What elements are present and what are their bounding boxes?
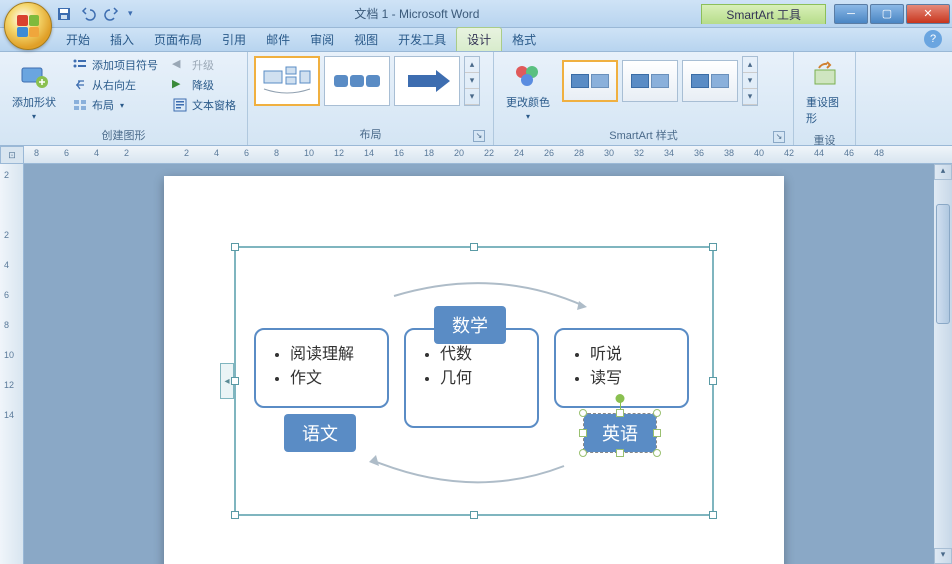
layout-small-icon (72, 97, 88, 113)
vertical-scrollbar[interactable]: ▴ ▾ (934, 164, 952, 564)
frame-handle-ne[interactable] (709, 243, 717, 251)
group-layout-label: 布局 (360, 129, 382, 141)
scroll-down-icon[interactable]: ▾ (934, 548, 952, 564)
frame-handle-n[interactable] (470, 243, 478, 251)
style-gallery-scroll[interactable]: ▴▾▾ (742, 56, 758, 106)
box1-item-1: 阅读理解 (290, 340, 373, 364)
change-colors-icon (512, 60, 544, 92)
ruler-corner[interactable]: ⊡ (0, 146, 24, 164)
box3-item-2: 读写 (590, 364, 673, 388)
smartart-frame[interactable]: ◂ 阅读理解 作文 (234, 246, 714, 516)
add-bullet-button[interactable]: 添加项目符号 (68, 56, 162, 74)
reset-graphic-button[interactable]: 重设图形 (800, 56, 849, 130)
reset-icon (809, 60, 841, 92)
tab-design[interactable]: 设计 (456, 27, 502, 51)
group-reset: 重设图形 重设 (794, 52, 856, 145)
promote-icon: ◀ (172, 57, 188, 73)
sel-handle-sw[interactable] (579, 449, 587, 457)
workspace: ⊡ 86422468101214161820222426283032343638… (0, 146, 952, 564)
scroll-thumb[interactable] (936, 204, 950, 324)
frame-handle-sw[interactable] (231, 511, 239, 519)
document-area[interactable]: ◂ 阅读理解 作文 (24, 164, 934, 564)
vertical-ruler[interactable]: 22468101214 (0, 164, 24, 564)
style-option-3[interactable] (682, 60, 738, 102)
sel-handle-nw[interactable] (579, 409, 587, 417)
layout-gallery-scroll[interactable]: ▴▾▾ (464, 56, 480, 106)
layout-option-3[interactable] (394, 56, 460, 106)
save-icon[interactable] (56, 6, 72, 22)
sel-handle-ne[interactable] (653, 409, 661, 417)
smartart-title-1[interactable]: 语文 (284, 414, 356, 452)
window-title: 文档 1 - Microsoft Word (133, 5, 702, 22)
help-icon[interactable]: ? (924, 30, 942, 48)
sel-handle-se[interactable] (653, 449, 661, 457)
group-style-label: SmartArt 样式 (609, 130, 677, 142)
close-button[interactable]: ✕ (906, 4, 950, 24)
smartart-title-3[interactable]: 英语 (584, 414, 656, 452)
ribbon-tabs: 开始 插入 页面布局 引用 邮件 审阅 视图 开发工具 设计 格式 ? (0, 28, 952, 52)
box1-item-2: 作文 (290, 364, 373, 388)
tab-developer[interactable]: 开发工具 (388, 28, 456, 51)
contextual-tab-label: SmartArt 工具 (701, 4, 826, 24)
tab-references[interactable]: 引用 (212, 28, 256, 51)
promote-button: ◀升级 (168, 56, 240, 74)
text-pane-button[interactable]: 文本窗格 (168, 96, 240, 114)
redo-icon[interactable] (104, 6, 120, 22)
style-option-1[interactable] (562, 60, 618, 102)
reset-label: 重设图形 (806, 94, 843, 126)
sel-handle-n[interactable] (616, 409, 624, 417)
group-create-label: 创建图形 (102, 130, 146, 142)
demote-button[interactable]: ▶降级 (168, 76, 240, 94)
horizontal-ruler[interactable]: 8642246810121416182022242628303234363840… (24, 146, 952, 164)
bullet-icon (72, 57, 88, 73)
add-shape-icon (18, 60, 50, 92)
maximize-button[interactable]: ▢ (870, 4, 904, 24)
style-option-2[interactable] (622, 60, 678, 102)
tab-insert[interactable]: 插入 (100, 28, 144, 51)
sel-handle-e[interactable] (653, 429, 661, 437)
tab-format[interactable]: 格式 (502, 28, 546, 51)
group-layouts: ▴▾▾ 布局 ↘ (248, 52, 494, 145)
office-button[interactable] (4, 2, 52, 50)
group-smartart-styles: 更改颜色 ▾ ▴▾▾ SmartArt 样式 ↘ (494, 52, 794, 145)
box3-item-1: 听说 (590, 340, 673, 364)
smartart-box-1[interactable]: 阅读理解 作文 (254, 328, 389, 408)
frame-handle-s[interactable] (470, 511, 478, 519)
undo-icon[interactable] (80, 6, 96, 22)
frame-handle-nw[interactable] (231, 243, 239, 251)
rtl-button[interactable]: 从右向左 (68, 76, 162, 94)
frame-handle-e[interactable] (709, 377, 717, 385)
tab-view[interactable]: 视图 (344, 28, 388, 51)
layout-dropdown-button[interactable]: 布局▾ (68, 96, 162, 114)
sel-handle-s[interactable] (616, 449, 624, 457)
box2-item-2: 几何 (440, 364, 523, 388)
demote-icon: ▶ (172, 77, 188, 93)
group-create-graphic: 添加形状 ▾ 添加项目符号 从右向左 布局▾ ◀升级 ▶降级 文本窗格 创建图形 (0, 52, 248, 145)
page: ◂ 阅读理解 作文 (164, 176, 784, 564)
sel-handle-w[interactable] (579, 429, 587, 437)
smartart-title-2[interactable]: 数学 (434, 306, 506, 344)
style-launcher-icon[interactable]: ↘ (773, 131, 785, 143)
text-pane-icon (172, 97, 188, 113)
frame-handle-w[interactable] (231, 377, 239, 385)
ribbon: 添加形状 ▾ 添加项目符号 从右向左 布局▾ ◀升级 ▶降级 文本窗格 创建图形… (0, 52, 952, 146)
tab-review[interactable]: 审阅 (300, 28, 344, 51)
change-colors-label: 更改颜色 (506, 94, 550, 110)
layout-option-2[interactable] (324, 56, 390, 106)
tab-home[interactable]: 开始 (56, 28, 100, 51)
title-bar: ▾ 文档 1 - Microsoft Word SmartArt 工具 ─ ▢ … (0, 0, 952, 28)
rtl-icon (72, 77, 88, 93)
layout-launcher-icon[interactable]: ↘ (473, 130, 485, 142)
change-colors-button[interactable]: 更改颜色 ▾ (500, 56, 556, 125)
rotate-handle[interactable] (616, 394, 625, 403)
minimize-button[interactable]: ─ (834, 4, 868, 24)
quick-access-toolbar: ▾ (56, 6, 133, 22)
tab-page-layout[interactable]: 页面布局 (144, 28, 212, 51)
tab-mailings[interactable]: 邮件 (256, 28, 300, 51)
add-shape-label: 添加形状 (12, 94, 56, 110)
layout-option-1[interactable] (254, 56, 320, 106)
frame-handle-se[interactable] (709, 511, 717, 519)
add-shape-button[interactable]: 添加形状 ▾ (6, 56, 62, 125)
scroll-up-icon[interactable]: ▴ (934, 164, 952, 180)
